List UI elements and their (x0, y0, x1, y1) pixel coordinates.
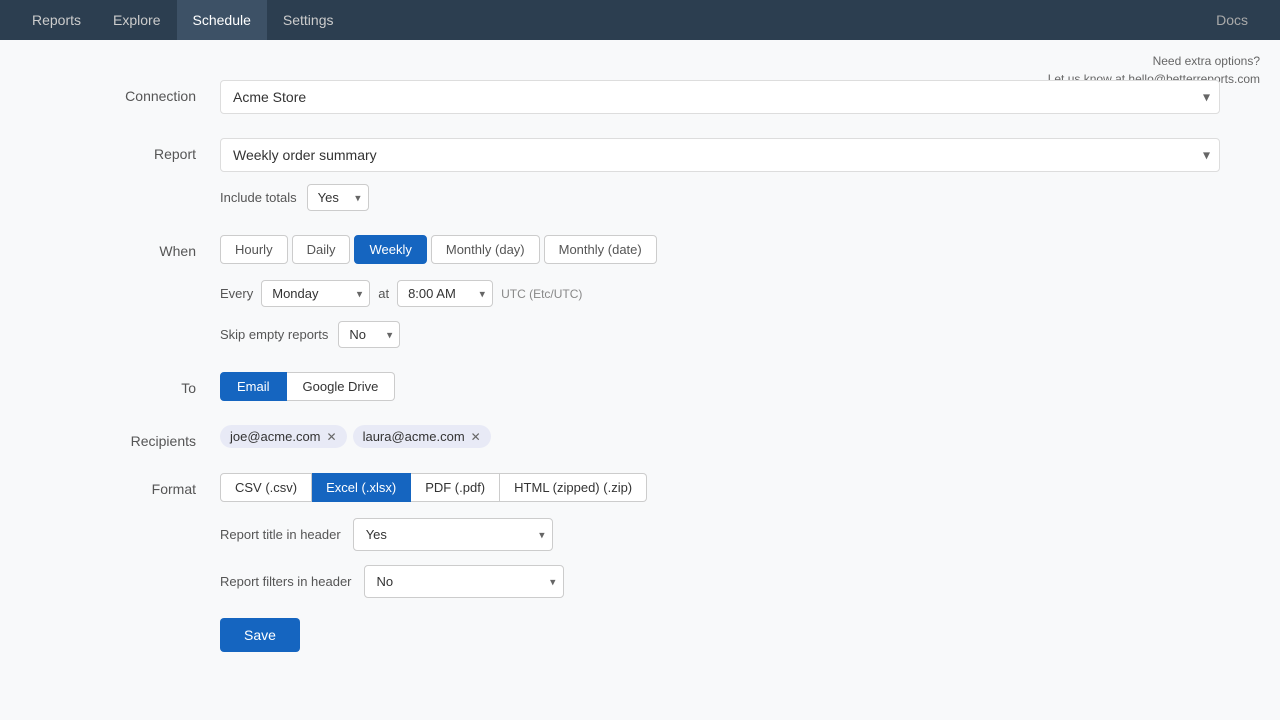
recipient-remove-joe[interactable]: ✕ (327, 431, 337, 443)
tab-hourly[interactable]: Hourly (220, 235, 288, 264)
include-totals-select-wrapper: Yes No (307, 184, 369, 211)
to-tab-google-drive[interactable]: Google Drive (287, 372, 396, 401)
include-totals-select[interactable]: Yes No (307, 184, 369, 211)
recipient-email-joe: joe@acme.com (230, 429, 321, 444)
format-label: Format (60, 473, 220, 497)
format-tabs: CSV (.csv) Excel (.xlsx) PDF (.pdf) HTML… (220, 473, 1220, 502)
format-html[interactable]: HTML (zipped) (.zip) (500, 473, 647, 502)
tab-weekly[interactable]: Weekly (354, 235, 426, 264)
time-select[interactable]: 8:00 AM 9:00 AM 10:00 AM (397, 280, 493, 307)
recipient-tag-joe: joe@acme.com ✕ (220, 425, 347, 448)
include-totals-row: Include totals Yes No (220, 184, 1220, 211)
report-title-row: Report title in header Yes No (220, 518, 1220, 551)
tab-monthly-date[interactable]: Monthly (date) (544, 235, 657, 264)
connection-select-wrapper: Acme Store (220, 80, 1220, 114)
to-row: To Email Google Drive (60, 372, 1220, 401)
recipient-remove-laura[interactable]: ✕ (471, 431, 481, 443)
connection-control: Acme Store (220, 80, 1220, 114)
recipients-row: Recipients joe@acme.com ✕ laura@acme.com… (60, 425, 1220, 449)
tab-daily[interactable]: Daily (292, 235, 351, 264)
skip-select[interactable]: No Yes (338, 321, 400, 348)
recipients-label: Recipients (60, 425, 220, 449)
report-filters-row: Report filters in header No Yes (220, 565, 1220, 598)
report-filters-label: Report filters in header (220, 574, 352, 589)
time-select-wrapper: 8:00 AM 9:00 AM 10:00 AM (397, 280, 493, 307)
to-control: Email Google Drive (220, 372, 1220, 401)
recipient-email-laura: laura@acme.com (363, 429, 465, 444)
include-totals-label: Include totals (220, 190, 297, 205)
connection-row: Connection Acme Store (60, 80, 1220, 114)
report-row: Report Weekly order summary Include tota… (60, 138, 1220, 211)
report-filters-select[interactable]: No Yes (364, 565, 564, 598)
report-label: Report (60, 138, 220, 162)
report-title-select[interactable]: Yes No (353, 518, 553, 551)
recipients-control: joe@acme.com ✕ laura@acme.com ✕ (220, 425, 1220, 448)
top-nav: Reports Explore Schedule Settings Docs (0, 0, 1280, 40)
nav-schedule[interactable]: Schedule (177, 0, 267, 40)
skip-row: Skip empty reports No Yes (220, 321, 1220, 348)
main-content: Connection Acme Store Report Weekly orde… (0, 40, 1280, 716)
when-label: When (60, 235, 220, 259)
format-row: Format CSV (.csv) Excel (.xlsx) PDF (.pd… (60, 473, 1220, 652)
nav-reports[interactable]: Reports (16, 0, 97, 40)
when-control: Hourly Daily Weekly Monthly (day) Monthl… (220, 235, 1220, 348)
every-label: Every (220, 286, 253, 301)
connection-select[interactable]: Acme Store (220, 80, 1220, 114)
report-title-select-wrapper: Yes No (353, 518, 553, 551)
recipient-tag-laura: laura@acme.com ✕ (353, 425, 491, 448)
format-pdf[interactable]: PDF (.pdf) (411, 473, 500, 502)
skip-label: Skip empty reports (220, 327, 328, 342)
at-label: at (378, 286, 389, 301)
connection-label: Connection (60, 80, 220, 104)
format-xlsx[interactable]: Excel (.xlsx) (312, 473, 411, 502)
skip-select-wrapper: No Yes (338, 321, 400, 348)
recipients-list: joe@acme.com ✕ laura@acme.com ✕ (220, 425, 1220, 448)
format-csv[interactable]: CSV (.csv) (220, 473, 312, 502)
to-label: To (60, 372, 220, 396)
every-select-wrapper: Monday Tuesday Wednesday Thursday Friday… (261, 280, 370, 307)
report-select[interactable]: Weekly order summary (220, 138, 1220, 172)
help-line1: Need extra options? (1048, 52, 1260, 70)
report-filters-select-wrapper: No Yes (364, 565, 564, 598)
report-control: Weekly order summary Include totals Yes … (220, 138, 1220, 211)
report-title-label: Report title in header (220, 527, 341, 542)
when-row: When Hourly Daily Weekly Monthly (day) M… (60, 235, 1220, 348)
tab-monthly-day[interactable]: Monthly (day) (431, 235, 540, 264)
nav-docs[interactable]: Docs (1200, 0, 1264, 40)
to-tab-email[interactable]: Email (220, 372, 287, 401)
every-select[interactable]: Monday Tuesday Wednesday Thursday Friday… (261, 280, 370, 307)
save-button[interactable]: Save (220, 618, 300, 652)
save-area: Save (220, 618, 1220, 652)
nav-explore[interactable]: Explore (97, 0, 176, 40)
every-row: Every Monday Tuesday Wednesday Thursday … (220, 280, 1220, 307)
when-tabs: Hourly Daily Weekly Monthly (day) Monthl… (220, 235, 1220, 264)
to-tabs: Email Google Drive (220, 372, 1220, 401)
format-control: CSV (.csv) Excel (.xlsx) PDF (.pdf) HTML… (220, 473, 1220, 652)
nav-settings[interactable]: Settings (267, 0, 350, 40)
timezone-label: UTC (Etc/UTC) (501, 287, 582, 301)
report-select-wrapper: Weekly order summary (220, 138, 1220, 172)
